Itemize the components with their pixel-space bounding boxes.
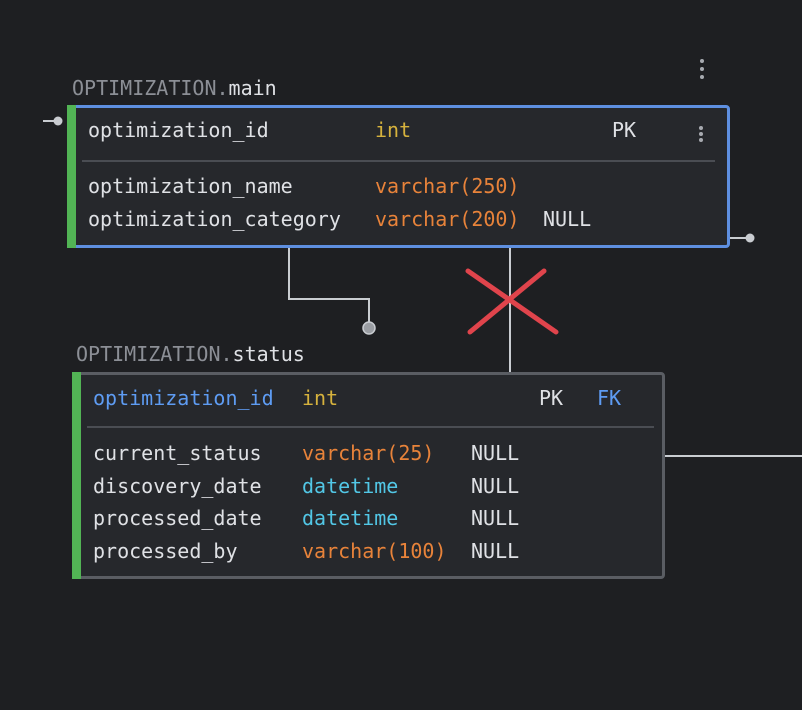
column-name[interactable]: optimization_id	[88, 118, 269, 142]
foreign-key-badge: FK	[597, 386, 622, 410]
right-anchor-dot[interactable]	[745, 233, 755, 243]
left-anchor-dot[interactable]	[53, 116, 63, 126]
column-name[interactable]: optimization_category	[88, 207, 341, 231]
column-name[interactable]: processed_date	[93, 506, 262, 530]
relationship-endpoint-knob[interactable]	[362, 321, 376, 335]
column-name[interactable]: processed_by	[93, 539, 238, 563]
column-name[interactable]: current_status	[93, 441, 262, 465]
table-schema: OPTIMIZATION.	[76, 342, 233, 366]
column-type: varchar(200)	[375, 207, 520, 231]
table-card-status[interactable]: optimization_id int PK FK current_status…	[72, 372, 665, 579]
relationship-line-main-status[interactable]	[288, 248, 370, 326]
column-nullable: NULL	[471, 506, 520, 530]
column-name[interactable]: optimization_name	[88, 174, 293, 198]
column-nullable: NULL	[543, 207, 592, 231]
column-type: varchar(100)	[302, 539, 447, 563]
primary-key-badge: PK	[539, 386, 564, 410]
column-type: varchar(250)	[375, 174, 520, 198]
table-card-main[interactable]: optimization_id int PK optimization_name…	[67, 105, 730, 248]
column-type: int	[302, 386, 339, 410]
kebab-menu-icon[interactable]	[699, 59, 705, 81]
table-name: main	[228, 76, 277, 100]
column-type: datetime	[302, 474, 399, 498]
primary-key-badge: PK	[612, 118, 637, 142]
column-type: varchar(25)	[302, 441, 435, 465]
column-nullable: NULL	[471, 441, 520, 465]
row-divider	[82, 160, 715, 162]
column-nullable: NULL	[471, 539, 520, 563]
table-accent-bar	[72, 372, 81, 579]
table-accent-bar	[67, 105, 76, 248]
table-title-main: OPTIMIZATION.main	[72, 76, 277, 100]
column-type: int	[375, 118, 412, 142]
table-title-status: OPTIMIZATION.status	[76, 342, 305, 366]
table-schema: OPTIMIZATION.	[72, 76, 229, 100]
table-name: status	[232, 342, 305, 366]
kebab-menu-icon[interactable]	[698, 126, 704, 148]
row-divider	[87, 426, 654, 428]
column-nullable: NULL	[471, 474, 520, 498]
column-type: datetime	[302, 506, 399, 530]
column-name[interactable]: optimization_id	[93, 386, 274, 410]
column-name[interactable]: discovery_date	[93, 474, 262, 498]
cross-icon[interactable]	[465, 268, 559, 335]
